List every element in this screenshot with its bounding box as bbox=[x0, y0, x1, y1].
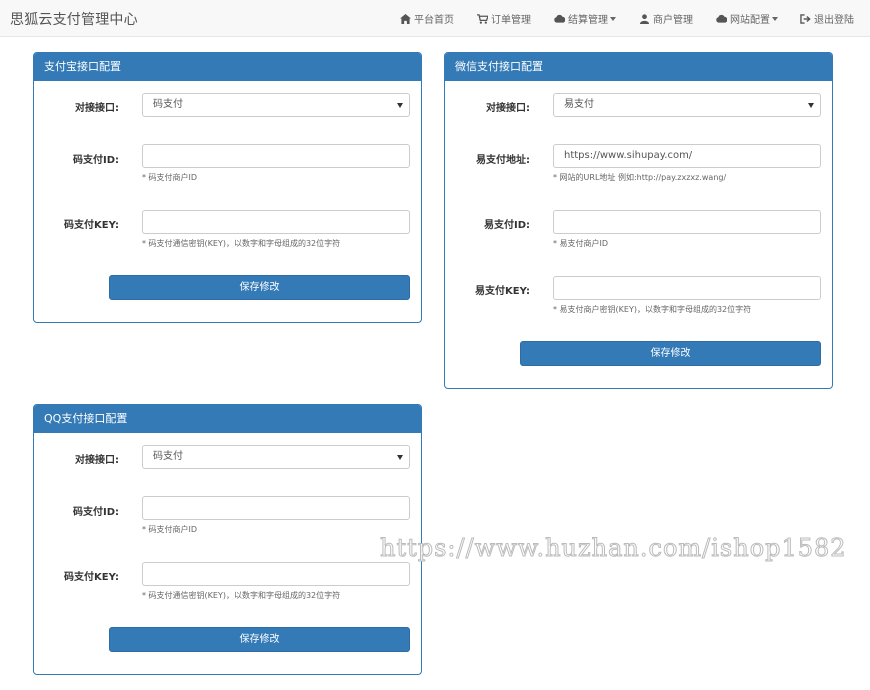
nav-settlement-label: 结算管理 bbox=[568, 11, 608, 26]
key-input[interactable] bbox=[142, 562, 410, 586]
save-button[interactable]: 保存修改 bbox=[109, 275, 410, 300]
id-help-text: * 码支付商户ID bbox=[142, 172, 197, 183]
panel-title: 支付宝接口配置 bbox=[34, 53, 421, 81]
interface-select[interactable]: 码支付 bbox=[142, 445, 410, 469]
home-icon bbox=[400, 14, 411, 24]
interface-select[interactable]: 码支付 bbox=[142, 93, 410, 117]
logout-icon bbox=[800, 14, 811, 24]
key-help-text: * 易支付商户密钥(KEY)，以数字和字母组成的32位字符 bbox=[553, 304, 751, 315]
interface-label: 对接接口: bbox=[75, 99, 119, 114]
nav-orders-label: 订单管理 bbox=[491, 11, 531, 26]
alipay-config-panel: 支付宝接口配置 对接接口: 码支付 码支付ID: * 码支付商户ID 码支付KE… bbox=[33, 52, 422, 323]
nav-logout-label: 退出登陆 bbox=[814, 11, 854, 26]
watermark-text: https://www.huzhan.com/ishop1582 bbox=[380, 534, 847, 562]
top-navbar: 思狐云支付管理中心 平台首页 订单管理 结算管理 商户管理 网站配置 退出登陆 bbox=[0, 0, 870, 37]
key-help-text: * 码支付通信密钥(KEY)，以数字和字母组成的32位字符 bbox=[142, 590, 340, 601]
key-label: 码支付KEY: bbox=[64, 216, 119, 231]
nav-site-config-label: 网站配置 bbox=[730, 11, 770, 26]
key-label: 易支付KEY: bbox=[475, 282, 530, 297]
save-button[interactable]: 保存修改 bbox=[520, 341, 821, 366]
interface-selected-value: 码支付 bbox=[153, 99, 183, 110]
panel-title: QQ支付接口配置 bbox=[34, 405, 421, 433]
save-button[interactable]: 保存修改 bbox=[109, 627, 410, 652]
url-label: 易支付地址: bbox=[476, 151, 530, 166]
interface-label: 对接接口: bbox=[486, 99, 530, 114]
key-input[interactable] bbox=[553, 276, 821, 300]
id-input[interactable] bbox=[553, 210, 821, 234]
cloud-icon bbox=[716, 14, 727, 24]
brand-title[interactable]: 思狐云支付管理中心 bbox=[10, 9, 138, 29]
interface-label: 对接接口: bbox=[75, 451, 119, 466]
chevron-down-icon bbox=[610, 17, 616, 21]
id-help-text: * 易支付商户ID bbox=[553, 238, 608, 249]
chevron-down-icon bbox=[772, 17, 778, 21]
id-input[interactable] bbox=[142, 144, 410, 168]
key-label: 码支付KEY: bbox=[64, 568, 119, 583]
nav-home[interactable]: 平台首页 bbox=[400, 11, 454, 26]
id-help-text: * 码支付商户ID bbox=[142, 524, 197, 535]
select-arrow-icon bbox=[397, 455, 403, 460]
cloud-icon bbox=[554, 14, 565, 24]
id-label: 码支付ID: bbox=[73, 503, 119, 518]
key-help-text: * 码支付通信密钥(KEY)，以数字和字母组成的32位字符 bbox=[142, 238, 340, 249]
url-input[interactable]: https://www.sihupay.com/ bbox=[553, 144, 821, 168]
nav-site-config[interactable]: 网站配置 bbox=[716, 11, 778, 26]
nav-orders[interactable]: 订单管理 bbox=[477, 11, 531, 26]
interface-selected-value: 码支付 bbox=[153, 451, 183, 462]
id-label: 码支付ID: bbox=[73, 151, 119, 166]
nav-logout[interactable]: 退出登陆 bbox=[800, 11, 854, 26]
panel-title: 微信支付接口配置 bbox=[445, 53, 832, 81]
nav-settlement[interactable]: 结算管理 bbox=[554, 11, 616, 26]
id-label: 易支付ID: bbox=[484, 216, 530, 231]
cart-icon bbox=[477, 14, 488, 24]
id-input[interactable] bbox=[142, 496, 410, 520]
interface-selected-value: 易支付 bbox=[564, 99, 594, 110]
url-help-text: * 网站的URL地址 例如:http://pay.zxzxz.wang/ bbox=[553, 172, 726, 183]
wechat-config-panel: 微信支付接口配置 对接接口: 易支付 易支付地址: https://www.si… bbox=[444, 52, 833, 389]
key-input[interactable] bbox=[142, 210, 410, 234]
nav-merchants-label: 商户管理 bbox=[653, 11, 693, 26]
interface-select[interactable]: 易支付 bbox=[553, 93, 821, 117]
qq-config-panel: QQ支付接口配置 对接接口: 码支付 码支付ID: * 码支付商户ID 码支付K… bbox=[33, 404, 422, 675]
select-arrow-icon bbox=[808, 103, 814, 108]
select-arrow-icon bbox=[397, 103, 403, 108]
nav-merchants[interactable]: 商户管理 bbox=[639, 11, 693, 26]
nav-home-label: 平台首页 bbox=[414, 11, 454, 26]
user-icon bbox=[639, 14, 650, 24]
